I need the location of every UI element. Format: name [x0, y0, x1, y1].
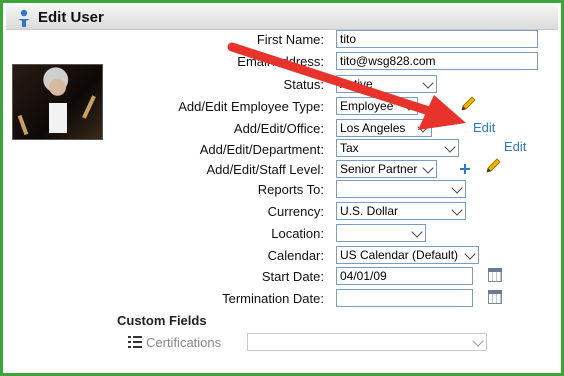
custom-fields-heading: Custom Fields [117, 313, 207, 328]
termination-date-label: Termination Date: [222, 291, 324, 306]
email-input[interactable] [336, 52, 538, 70]
edit-staff-level-pencil-icon[interactable] [484, 157, 502, 175]
start-date-calendar-icon[interactable] [488, 268, 502, 282]
edit-employee-type-pencil-icon[interactable] [459, 95, 477, 113]
calendar-label: Calendar: [267, 248, 324, 263]
employee-type-value: Employee [340, 99, 394, 113]
user-photo [12, 64, 103, 140]
currency-label: Currency: [267, 204, 324, 219]
department-value: Tax [340, 141, 359, 155]
office-edit-link[interactable]: Edit [473, 120, 495, 135]
office-value: Los Angeles [340, 121, 406, 135]
staff-level-value: Senior Partner [340, 162, 418, 176]
add-employee-type-icon[interactable] [434, 100, 446, 112]
start-date-input[interactable] [336, 267, 473, 285]
calendar-value: US Calendar (Default) [340, 248, 459, 262]
staff-level-select[interactable]: Senior Partner [336, 160, 437, 178]
department-label: Add/Edit/Department: [199, 142, 324, 157]
add-staff-level-icon[interactable] [459, 163, 471, 175]
office-label: Add/Edit/Office: [233, 121, 324, 136]
location-label: Location: [271, 226, 324, 241]
first-name-label: First Name: [256, 32, 324, 47]
currency-value: U.S. Dollar [340, 204, 399, 218]
status-select[interactable]: Active [336, 75, 437, 93]
title-bar: Edit User [6, 6, 558, 30]
currency-select[interactable]: U.S. Dollar [336, 202, 466, 220]
reports-to-select[interactable] [336, 180, 466, 198]
certifications-label: Certifications [146, 335, 222, 350]
start-date-label: Start Date: [261, 269, 324, 284]
department-edit-link[interactable]: Edit [504, 139, 526, 154]
termination-date-input[interactable] [336, 289, 473, 307]
reports-to-label: Reports To: [257, 182, 324, 197]
termination-date-calendar-icon[interactable] [488, 290, 502, 304]
user-icon [18, 9, 30, 27]
employee-type-select[interactable]: Employee [336, 97, 418, 115]
employee-type-label: Add/Edit Employee Type: [178, 99, 324, 114]
status-value: Active [340, 77, 373, 91]
status-label: Status: [283, 77, 324, 92]
staff-level-label: Add/Edit/Staff Level: [206, 162, 324, 177]
certifications-select[interactable] [247, 333, 487, 351]
department-select[interactable]: Tax [336, 139, 459, 157]
location-select[interactable] [336, 224, 426, 242]
email-label: Email Address: [237, 54, 324, 69]
calendar-select[interactable]: US Calendar (Default) [336, 246, 479, 264]
list-icon [128, 335, 142, 349]
first-name-input[interactable] [336, 30, 538, 48]
window-title: Edit User [38, 9, 104, 26]
office-select[interactable]: Los Angeles [336, 119, 432, 137]
